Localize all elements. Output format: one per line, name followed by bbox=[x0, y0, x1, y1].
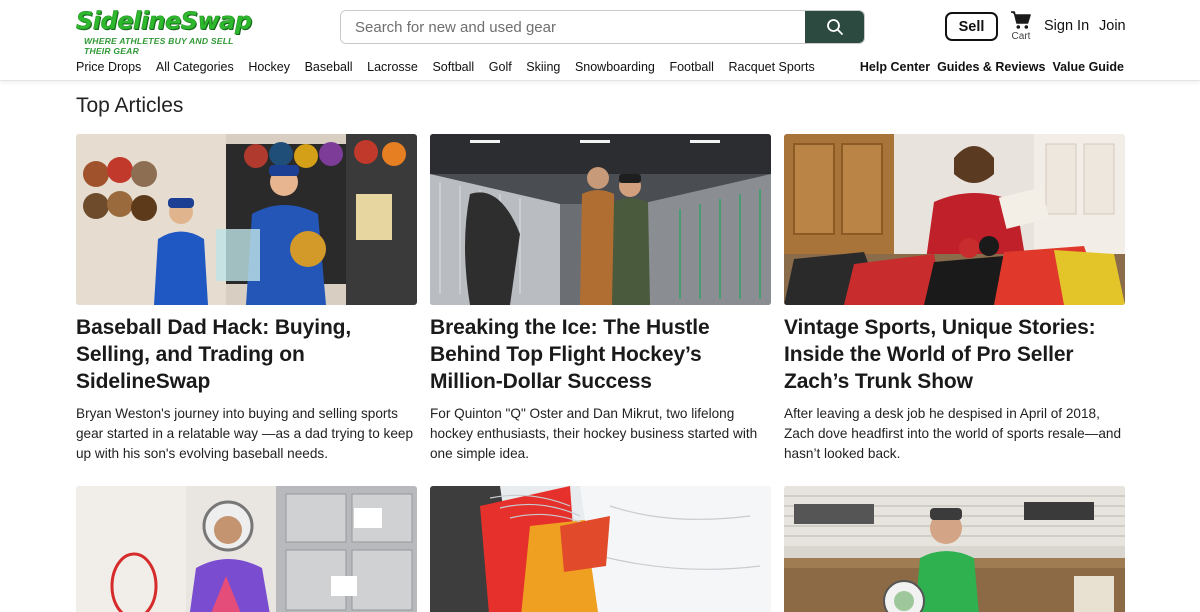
cart-button[interactable]: Cart bbox=[1009, 10, 1033, 44]
workshop-goalie-mask-photo bbox=[784, 486, 1125, 612]
article-title[interactable]: Baseball Dad Hack: Buying, Selling, and … bbox=[76, 314, 417, 395]
nav-item-skiing[interactable]: Skiing bbox=[526, 60, 560, 74]
article-image[interactable] bbox=[76, 486, 417, 612]
vintage-jerseys-photo bbox=[784, 134, 1125, 305]
nav-item-golf[interactable]: Golf bbox=[489, 60, 512, 74]
search-button[interactable] bbox=[805, 11, 864, 43]
site-header: SidelineSwap WHERE ATHLETES BUY AND SELL… bbox=[0, 0, 1200, 81]
article-card bbox=[76, 486, 417, 612]
article-description: For Quinton "Q" Oster and Dan Mikrut, tw… bbox=[430, 406, 758, 461]
nav-item-lacrosse[interactable]: Lacrosse bbox=[367, 60, 418, 74]
nav-item-racquet-sports[interactable]: Racquet Sports bbox=[729, 60, 815, 74]
article-image[interactable] bbox=[76, 134, 417, 305]
category-nav: Price Drops All Categories Hockey Baseba… bbox=[76, 60, 829, 74]
nav-item-hockey[interactable]: Hockey bbox=[248, 60, 290, 74]
nav-item-price-drops[interactable]: Price Drops bbox=[76, 60, 141, 74]
nav-item-softball[interactable]: Softball bbox=[432, 60, 474, 74]
article-image[interactable] bbox=[430, 486, 771, 612]
search-bar bbox=[340, 10, 865, 44]
article-card: Vintage Sports, Unique Stories: Inside t… bbox=[784, 134, 1125, 464]
article-card: Baseball Dad Hack: Buying, Selling, and … bbox=[76, 134, 417, 464]
logo-wordmark: SidelineSwap bbox=[76, 7, 253, 35]
search-input[interactable] bbox=[341, 11, 805, 43]
lacrosse-player-photo bbox=[76, 486, 417, 612]
article-card bbox=[784, 486, 1125, 612]
article-description: After leaving a desk job he despised in … bbox=[784, 406, 1122, 461]
value-guide-link[interactable]: Value Guide bbox=[1052, 60, 1124, 74]
article-image[interactable] bbox=[430, 134, 771, 305]
hockey-warehouse-photo bbox=[430, 134, 771, 305]
help-nav: Help Center Guides & Reviews Value Guide bbox=[853, 60, 1124, 74]
article-title[interactable]: Breaking the Ice: The Hustle Behind Top … bbox=[430, 314, 771, 395]
page-title: Top Articles bbox=[76, 94, 184, 117]
jerseys-on-hangers-photo bbox=[430, 486, 771, 612]
nav-item-snowboarding[interactable]: Snowboarding bbox=[575, 60, 655, 74]
sign-in-link[interactable]: Sign In bbox=[1044, 18, 1089, 34]
nav-item-all-categories[interactable]: All Categories bbox=[156, 60, 234, 74]
article-description: Bryan Weston's journey into buying and s… bbox=[76, 406, 414, 461]
article-image[interactable] bbox=[784, 486, 1125, 612]
article-title[interactable]: Vintage Sports, Unique Stories: Inside t… bbox=[784, 314, 1125, 395]
join-link[interactable]: Join bbox=[1099, 18, 1126, 34]
nav-item-football[interactable]: Football bbox=[669, 60, 713, 74]
help-center-link[interactable]: Help Center bbox=[860, 60, 930, 74]
nav-item-baseball[interactable]: Baseball bbox=[305, 60, 353, 74]
article-image[interactable] bbox=[784, 134, 1125, 305]
search-icon bbox=[826, 19, 843, 35]
sidelineswap-logo[interactable]: SidelineSwap WHERE ATHLETES BUY AND SELL… bbox=[76, 7, 262, 56]
cart-label: Cart bbox=[1011, 31, 1031, 42]
shopping-cart-icon bbox=[1011, 11, 1031, 29]
dad-and-son-photo bbox=[76, 134, 417, 305]
article-card bbox=[430, 486, 771, 612]
article-card: Breaking the Ice: The Hustle Behind Top … bbox=[430, 134, 771, 464]
logo-tagline: WHERE ATHLETES BUY AND SELL THEIR GEAR bbox=[84, 36, 234, 56]
sell-button[interactable]: Sell bbox=[945, 12, 998, 41]
guides-reviews-link[interactable]: Guides & Reviews bbox=[937, 60, 1045, 74]
